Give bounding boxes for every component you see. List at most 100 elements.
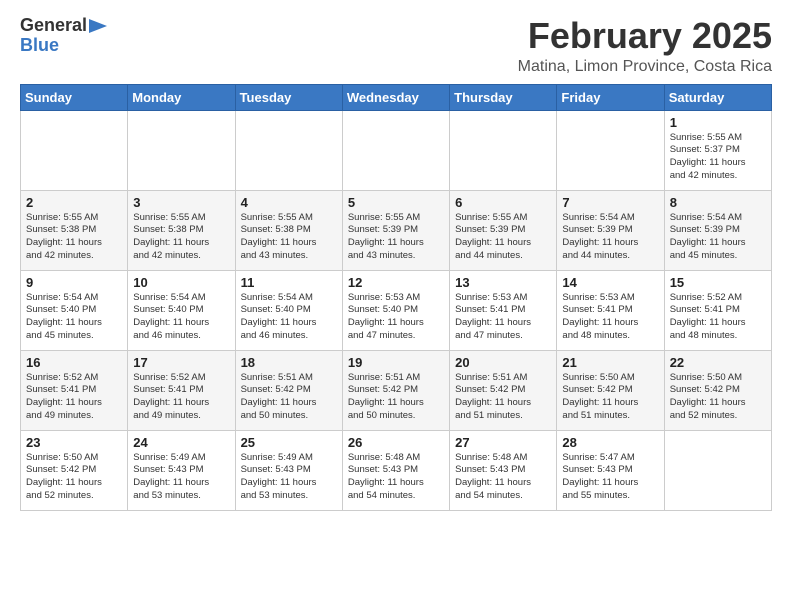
day-cell: 27Sunrise: 5:48 AM Sunset: 5:43 PM Dayli… <box>450 430 557 510</box>
day-info: Sunrise: 5:54 AM Sunset: 5:40 PM Dayligh… <box>241 292 337 343</box>
day-info: Sunrise: 5:50 AM Sunset: 5:42 PM Dayligh… <box>26 452 122 503</box>
day-number: 8 <box>670 195 766 210</box>
day-number: 9 <box>26 275 122 290</box>
day-cell: 19Sunrise: 5:51 AM Sunset: 5:42 PM Dayli… <box>342 350 449 430</box>
week-row-0: 1 Sunrise: 5:55 AM Sunset: 5:37 PM Daylig… <box>21 110 772 190</box>
weekday-wednesday: Wednesday <box>342 84 449 110</box>
day-number: 28 <box>562 435 658 450</box>
day-info: Sunrise: 5:47 AM Sunset: 5:43 PM Dayligh… <box>562 452 658 503</box>
day-cell <box>557 110 664 190</box>
day-cell: 16 Sunrise: 5:52 AM Sunset: 5:41 PM Dayli… <box>21 350 128 430</box>
day-number: 7 <box>562 195 658 210</box>
day-number: 2 <box>26 195 122 210</box>
day-info: Sunrise: 5:54 AM Sunset: 5:40 PM Dayligh… <box>133 292 229 343</box>
day-number: 5 <box>348 195 444 210</box>
day-info: Sunrise: 5:49 AM Sunset: 5:43 PM Dayligh… <box>241 452 337 503</box>
logo: General Blue <box>20 16 107 56</box>
day-number: 15 <box>670 275 766 290</box>
day-cell: 14 Sunrise: 5:53 AM Sunset: 5:41 PM Dayli… <box>557 270 664 350</box>
day-cell <box>128 110 235 190</box>
title-block: February 2025 Matina, Limon Province, Co… <box>518 16 772 76</box>
day-info: Sunrise: 5:54 AM Sunset: 5:39 PM Dayligh… <box>562 212 658 263</box>
day-cell: 26 Sunrise: 5:48 AM Sunset: 5:43 PM Dayli… <box>342 430 449 510</box>
day-cell: 13 Sunrise: 5:53 AM Sunset: 5:41 PM Dayli… <box>450 270 557 350</box>
header: General Blue February 2025 Matina, Limon… <box>20 16 772 76</box>
day-cell: 10 Sunrise: 5:54 AM Sunset: 5:40 PM Dayli… <box>128 270 235 350</box>
day-info: Sunrise: 5:52 AM Sunset: 5:41 PM Dayligh… <box>26 372 122 423</box>
day-number: 10 <box>133 275 229 290</box>
day-cell: 22Sunrise: 5:50 AM Sunset: 5:42 PM Dayli… <box>664 350 771 430</box>
day-cell: 21 Sunrise: 5:50 AM Sunset: 5:42 PM Dayli… <box>557 350 664 430</box>
day-info: Sunrise: 5:52 AM Sunset: 5:41 PM Dayligh… <box>670 292 766 343</box>
calendar-table: SundayMondayTuesdayWednesdayThursdayFrid… <box>20 84 772 511</box>
day-cell: 28 Sunrise: 5:47 AM Sunset: 5:43 PM Dayli… <box>557 430 664 510</box>
day-info: Sunrise: 5:50 AM Sunset: 5:42 PM Dayligh… <box>670 372 766 423</box>
day-cell: 12 Sunrise: 5:53 AM Sunset: 5:40 PM Dayli… <box>342 270 449 350</box>
day-info: Sunrise: 5:55 AM Sunset: 5:38 PM Dayligh… <box>133 212 229 263</box>
calendar-subtitle: Matina, Limon Province, Costa Rica <box>518 58 772 76</box>
day-number: 25 <box>241 435 337 450</box>
day-info: Sunrise: 5:48 AM Sunset: 5:43 PM Dayligh… <box>348 452 444 503</box>
day-cell: 1 Sunrise: 5:55 AM Sunset: 5:37 PM Daylig… <box>664 110 771 190</box>
day-number: 21 <box>562 355 658 370</box>
day-cell: 7 Sunrise: 5:54 AM Sunset: 5:39 PM Daylig… <box>557 190 664 270</box>
weekday-monday: Monday <box>128 84 235 110</box>
day-cell: 18 Sunrise: 5:51 AM Sunset: 5:42 PM Dayli… <box>235 350 342 430</box>
day-number: 3 <box>133 195 229 210</box>
day-number: 20 <box>455 355 551 370</box>
day-cell <box>342 110 449 190</box>
day-cell: 17 Sunrise: 5:52 AM Sunset: 5:41 PM Dayli… <box>128 350 235 430</box>
day-number: 18 <box>241 355 337 370</box>
day-number: 11 <box>241 275 337 290</box>
day-number: 14 <box>562 275 658 290</box>
day-info: Sunrise: 5:55 AM Sunset: 5:38 PM Dayligh… <box>26 212 122 263</box>
day-cell: 8 Sunrise: 5:54 AM Sunset: 5:39 PM Daylig… <box>664 190 771 270</box>
day-cell: 5Sunrise: 5:55 AM Sunset: 5:39 PM Daylig… <box>342 190 449 270</box>
day-info: Sunrise: 5:53 AM Sunset: 5:41 PM Dayligh… <box>562 292 658 343</box>
day-number: 13 <box>455 275 551 290</box>
day-cell: 15 Sunrise: 5:52 AM Sunset: 5:41 PM Dayli… <box>664 270 771 350</box>
day-info: Sunrise: 5:51 AM Sunset: 5:42 PM Dayligh… <box>455 372 551 423</box>
day-cell: 3 Sunrise: 5:55 AM Sunset: 5:38 PM Daylig… <box>128 190 235 270</box>
day-cell: 23Sunrise: 5:50 AM Sunset: 5:42 PM Dayli… <box>21 430 128 510</box>
weekday-tuesday: Tuesday <box>235 84 342 110</box>
day-cell <box>21 110 128 190</box>
day-info: Sunrise: 5:55 AM Sunset: 5:37 PM Dayligh… <box>670 132 766 183</box>
day-number: 6 <box>455 195 551 210</box>
day-number: 24 <box>133 435 229 450</box>
day-cell <box>235 110 342 190</box>
day-info: Sunrise: 5:53 AM Sunset: 5:40 PM Dayligh… <box>348 292 444 343</box>
day-info: Sunrise: 5:49 AM Sunset: 5:43 PM Dayligh… <box>133 452 229 503</box>
day-number: 1 <box>670 115 766 130</box>
week-row-4: 23Sunrise: 5:50 AM Sunset: 5:42 PM Dayli… <box>21 430 772 510</box>
day-number: 4 <box>241 195 337 210</box>
day-info: Sunrise: 5:50 AM Sunset: 5:42 PM Dayligh… <box>562 372 658 423</box>
day-cell: 6 Sunrise: 5:55 AM Sunset: 5:39 PM Daylig… <box>450 190 557 270</box>
calendar-title: February 2025 <box>518 16 772 56</box>
day-info: Sunrise: 5:54 AM Sunset: 5:39 PM Dayligh… <box>670 212 766 263</box>
day-cell: 9 Sunrise: 5:54 AM Sunset: 5:40 PM Daylig… <box>21 270 128 350</box>
week-row-1: 2 Sunrise: 5:55 AM Sunset: 5:38 PM Daylig… <box>21 190 772 270</box>
day-cell: 24 Sunrise: 5:49 AM Sunset: 5:43 PM Dayli… <box>128 430 235 510</box>
weekday-sunday: Sunday <box>21 84 128 110</box>
week-row-2: 9 Sunrise: 5:54 AM Sunset: 5:40 PM Daylig… <box>21 270 772 350</box>
weekday-saturday: Saturday <box>664 84 771 110</box>
day-info: Sunrise: 5:48 AM Sunset: 5:43 PM Dayligh… <box>455 452 551 503</box>
day-info: Sunrise: 5:52 AM Sunset: 5:41 PM Dayligh… <box>133 372 229 423</box>
day-number: 12 <box>348 275 444 290</box>
page: General Blue February 2025 Matina, Limon… <box>0 0 792 521</box>
day-number: 19 <box>348 355 444 370</box>
week-row-3: 16 Sunrise: 5:52 AM Sunset: 5:41 PM Dayli… <box>21 350 772 430</box>
day-info: Sunrise: 5:54 AM Sunset: 5:40 PM Dayligh… <box>26 292 122 343</box>
logo-line2: Blue <box>20 36 59 56</box>
day-number: 17 <box>133 355 229 370</box>
weekday-header-row: SundayMondayTuesdayWednesdayThursdayFrid… <box>21 84 772 110</box>
day-info: Sunrise: 5:51 AM Sunset: 5:42 PM Dayligh… <box>241 372 337 423</box>
day-number: 26 <box>348 435 444 450</box>
day-info: Sunrise: 5:55 AM Sunset: 5:39 PM Dayligh… <box>455 212 551 263</box>
day-cell: 2 Sunrise: 5:55 AM Sunset: 5:38 PM Daylig… <box>21 190 128 270</box>
day-cell <box>450 110 557 190</box>
day-info: Sunrise: 5:55 AM Sunset: 5:38 PM Dayligh… <box>241 212 337 263</box>
day-number: 16 <box>26 355 122 370</box>
day-info: Sunrise: 5:53 AM Sunset: 5:41 PM Dayligh… <box>455 292 551 343</box>
